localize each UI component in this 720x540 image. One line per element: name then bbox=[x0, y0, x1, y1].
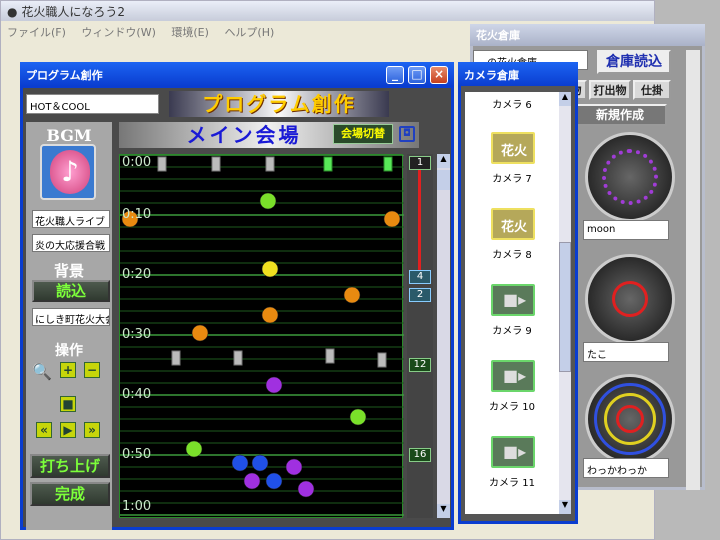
video-camera-icon: ■▸ bbox=[491, 360, 535, 392]
camera-tag-8: 花火 bbox=[501, 220, 528, 235]
warehouse-titlebar: 花火倉庫 bbox=[470, 24, 705, 46]
scroll-thumb[interactable] bbox=[437, 170, 450, 190]
close-button[interactable]: × bbox=[430, 66, 448, 84]
warehouse-scrollbar[interactable] bbox=[686, 50, 700, 490]
shell-tako-icon[interactable] bbox=[585, 254, 675, 344]
left-panel: BGM ♪ 花火職人ライブ 炎の大応援合戦 背景 読込 にしき町花火大会 操作 … bbox=[26, 122, 112, 530]
bgm-music-note-icon[interactable]: ♪ bbox=[40, 144, 96, 200]
program-window: プログラム創作 _ □ × HOT＆COOL プログラム創作 BGM ♪ 花火職… bbox=[20, 62, 454, 530]
new-shell-button[interactable]: 新規作成 bbox=[573, 104, 667, 126]
tab-launch[interactable]: 打出物 bbox=[589, 80, 631, 100]
camera-item-7[interactable]: 花火 カメラ 7 bbox=[465, 132, 559, 202]
camera-icon[interactable]: ◘ bbox=[399, 126, 415, 142]
bgm-label: BGM bbox=[46, 126, 92, 145]
video-camera-icon: ■▸ bbox=[491, 436, 535, 468]
show-name-field[interactable]: HOT＆COOL bbox=[26, 94, 159, 114]
timeline-stage[interactable]: 0:00 0:10 0:20 0:30 0:40 0:50 1:00 bbox=[119, 154, 404, 518]
warehouse-load-button[interactable]: 倉庫読込 bbox=[597, 50, 671, 74]
time-label-20: 0:20 bbox=[122, 267, 152, 282]
time-label-40: 0:40 bbox=[122, 387, 152, 402]
app-icon: ● bbox=[7, 5, 18, 19]
program-body: HOT＆COOL プログラム創作 BGM ♪ 花火職人ライブ 炎の大応援合戦 背… bbox=[23, 88, 451, 530]
menu-window[interactable]: ウィンドウ(W) bbox=[57, 21, 161, 40]
camera-list: カメラ 6 花火 カメラ 7 花火 カメラ 8 ■▸ カメラ 9 ■▸ カメラ … bbox=[465, 92, 559, 514]
launch-button[interactable]: 打ち上げ bbox=[30, 454, 110, 478]
camera-body: カメラ 6 花火 カメラ 7 花火 カメラ 8 ■▸ カメラ 9 ■▸ カメラ … bbox=[461, 86, 575, 521]
program-banner: プログラム創作 bbox=[169, 91, 389, 117]
time-label-30: 0:30 bbox=[122, 327, 152, 342]
camera-scroll-up-icon[interactable]: ▲ bbox=[559, 92, 571, 106]
shell-wakka-icon[interactable] bbox=[585, 374, 675, 464]
shell-name-tako[interactable]: たこ bbox=[583, 342, 669, 362]
stop-icon[interactable]: ■ bbox=[60, 396, 76, 412]
camera-scroll-down-icon[interactable]: ▼ bbox=[559, 500, 571, 514]
camera-titlebar: カメラ倉庫 bbox=[458, 62, 578, 86]
camera-label-6: カメラ 6 bbox=[492, 100, 532, 111]
camera-label-9: カメラ 9 bbox=[492, 326, 532, 337]
shell-name-moon[interactable]: moon bbox=[583, 220, 669, 240]
menu-help[interactable]: ヘルプ(H) bbox=[200, 21, 280, 40]
firework-camera-icon: 花火 bbox=[491, 208, 535, 240]
play-icon[interactable]: ▶ bbox=[60, 422, 76, 438]
timeline-marker-4[interactable]: 4 bbox=[409, 270, 431, 284]
rewind-icon[interactable]: « bbox=[36, 422, 52, 438]
background-field[interactable]: にしき町花火大会 bbox=[32, 308, 110, 326]
timeline-marker-1[interactable]: 1 bbox=[409, 156, 431, 170]
bgm-track-2[interactable]: 炎の大応援合戦 bbox=[32, 234, 110, 252]
timeline-marker-12[interactable]: 12 bbox=[409, 358, 431, 372]
bgm-track-1[interactable]: 花火職人ライブ bbox=[32, 210, 110, 228]
zoom-in-icon[interactable]: + bbox=[60, 362, 76, 378]
camera-label-10: カメラ 10 bbox=[489, 402, 535, 413]
firework-camera-icon: 花火 bbox=[491, 132, 535, 164]
time-label-60: 1:00 bbox=[122, 499, 152, 514]
tab-devices[interactable]: 仕掛 bbox=[633, 80, 671, 100]
stage-title: メイン会場 bbox=[186, 123, 302, 147]
maximize-button[interactable]: □ bbox=[408, 66, 426, 84]
app-title: 花火職人になろう2 bbox=[21, 5, 125, 19]
camera-warehouse-window: カメラ倉庫 カメラ 6 花火 カメラ 7 花火 カメラ 8 ■▸ カメラ 9 ■… bbox=[458, 62, 578, 524]
camera-label-7: カメラ 7 bbox=[492, 174, 532, 185]
camera-scrollbar[interactable]: ▲ ▼ bbox=[559, 92, 571, 514]
camera-tag-7: 花火 bbox=[501, 144, 528, 159]
minimize-button[interactable]: _ bbox=[386, 66, 404, 84]
time-label-0: 0:00 bbox=[122, 155, 152, 170]
camera-scroll-thumb[interactable] bbox=[559, 242, 571, 372]
camera-item-10[interactable]: ■▸ カメラ 10 bbox=[465, 360, 559, 430]
timeline-marker-2[interactable]: 2 bbox=[409, 288, 431, 302]
camera-label-11: カメラ 11 bbox=[489, 478, 535, 489]
camera-item-6[interactable]: カメラ 6 bbox=[465, 92, 559, 128]
fast-forward-icon[interactable]: » bbox=[84, 422, 100, 438]
operation-label: 操作 bbox=[55, 343, 83, 359]
shell-name-wakka[interactable]: わっかわっか bbox=[583, 458, 669, 478]
app-titlebar: ● 花火職人になろう2 bbox=[1, 1, 654, 21]
camera-item-8[interactable]: 花火 カメラ 8 bbox=[465, 208, 559, 278]
venue-switch-button[interactable]: 会場切替 bbox=[333, 124, 393, 144]
stage-scrollbar[interactable]: ▲ ▼ bbox=[437, 154, 450, 518]
magnify-icon[interactable]: 🔍 bbox=[32, 362, 52, 381]
time-label-50: 0:50 bbox=[122, 447, 152, 462]
timeline-marker-16[interactable]: 16 bbox=[409, 448, 431, 462]
video-camera-icon: ■▸ bbox=[491, 284, 535, 316]
complete-button[interactable]: 完成 bbox=[30, 482, 110, 506]
background-label: 背景 bbox=[53, 262, 84, 280]
scroll-up-icon[interactable]: ▲ bbox=[437, 154, 450, 168]
stage-grid bbox=[120, 155, 404, 516]
time-label-10: 0:10 bbox=[122, 207, 152, 222]
stage-header: メイン会場 会場切替 ◘ bbox=[119, 122, 419, 148]
menubar: ファイル(F) ウィンドウ(W) 環境(E) ヘルプ(H) bbox=[1, 21, 471, 41]
camera-track bbox=[418, 162, 421, 272]
background-load-button[interactable]: 読込 bbox=[32, 280, 110, 302]
shell-moon-icon[interactable] bbox=[585, 132, 675, 222]
camera-timeline[interactable]: 1 4 2 12 16 bbox=[407, 154, 433, 518]
camera-label-8: カメラ 8 bbox=[492, 250, 532, 261]
scroll-down-icon[interactable]: ▼ bbox=[437, 504, 450, 518]
camera-item-11[interactable]: ■▸ カメラ 11 bbox=[465, 436, 559, 506]
camera-item-9[interactable]: ■▸ カメラ 9 bbox=[465, 284, 559, 354]
zoom-out-icon[interactable]: − bbox=[84, 362, 100, 378]
